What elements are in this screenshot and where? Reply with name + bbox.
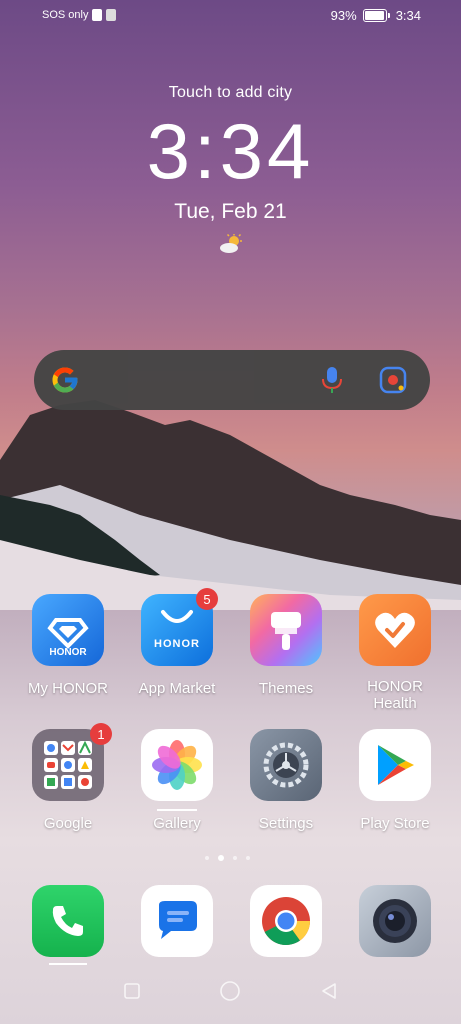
carrier-status: SOS only xyxy=(42,9,89,21)
home-icon[interactable] xyxy=(219,980,241,1002)
messages-icon xyxy=(141,885,213,957)
recent-app-indicator xyxy=(157,809,197,811)
add-city-prompt[interactable]: Touch to add city xyxy=(0,84,461,102)
download-notification-icon xyxy=(106,9,117,21)
clock-widget[interactable]: Touch to add city 3:34 Tue, Feb 21 xyxy=(0,84,461,259)
partly-sunny-icon xyxy=(219,233,242,253)
google-lens-icon[interactable] xyxy=(378,365,408,395)
back-icon[interactable] xyxy=(318,980,340,1002)
recent-apps-icon[interactable] xyxy=(121,980,143,1002)
google-logo xyxy=(52,367,78,393)
battery-icon xyxy=(362,9,387,22)
page-dot[interactable] xyxy=(233,856,237,860)
my-honor-icon: HONOR xyxy=(32,594,104,666)
app-label: Settings xyxy=(258,815,314,832)
dock-camera[interactable] xyxy=(340,885,450,957)
app-gallery[interactable]: Gallery xyxy=(122,729,232,832)
phone-icon xyxy=(32,885,104,957)
mountain-wallpaper xyxy=(0,400,461,610)
app-icon-text: HONOR xyxy=(49,647,87,658)
honor-health-icon xyxy=(359,594,431,666)
big-clock: 3:34 xyxy=(146,107,315,195)
camera-icon xyxy=(359,885,431,957)
google-search-bar[interactable] xyxy=(34,350,430,410)
themes-brush-icon xyxy=(250,594,322,666)
status-bar: SOS only 93% 3:34 xyxy=(0,6,461,26)
page-dot[interactable] xyxy=(246,856,250,860)
status-time: 3:34 xyxy=(395,8,421,23)
app-label: Google xyxy=(43,815,93,832)
app-label: HONOR Health xyxy=(367,678,423,712)
app-honor-health[interactable]: HONOR Health xyxy=(340,594,450,712)
app-label: Themes xyxy=(258,680,314,697)
dock-messages[interactable] xyxy=(122,885,232,957)
app-app-market[interactable]: HONOR 5 App Market xyxy=(122,588,232,697)
notification-badge: 5 xyxy=(196,588,218,610)
app-label: My HONOR xyxy=(28,680,108,697)
play-store-icon xyxy=(359,729,431,801)
app-label: App Market xyxy=(138,680,216,697)
battery-percent: 93% xyxy=(330,8,357,23)
mic-icon[interactable] xyxy=(320,365,344,395)
notification-badge: 1 xyxy=(90,723,112,745)
recent-app-indicator xyxy=(49,963,87,965)
app-label: Play Store xyxy=(360,815,430,832)
dock-phone[interactable] xyxy=(13,885,123,965)
app-play-store[interactable]: Play Store xyxy=(340,729,450,832)
app-my-honor[interactable]: HONOR My HONOR xyxy=(13,594,123,697)
page-indicator[interactable] xyxy=(205,855,250,861)
page-dot[interactable] xyxy=(205,856,209,860)
date-label: Tue, Feb 21 xyxy=(174,200,287,223)
page-dot-active[interactable] xyxy=(218,855,224,861)
app-settings[interactable]: Settings xyxy=(231,729,341,832)
app-icon-text: HONOR xyxy=(154,638,200,650)
chrome-icon xyxy=(250,885,322,957)
dock-chrome[interactable] xyxy=(231,885,341,957)
navigation-bar xyxy=(0,974,461,1014)
settings-gear-icon xyxy=(250,729,322,801)
app-google-folder[interactable]: 1 Google xyxy=(13,723,123,832)
sim-icon xyxy=(92,9,103,21)
gallery-flower-icon xyxy=(141,729,213,801)
app-label: Gallery xyxy=(153,815,201,832)
app-themes[interactable]: Themes xyxy=(231,594,341,697)
